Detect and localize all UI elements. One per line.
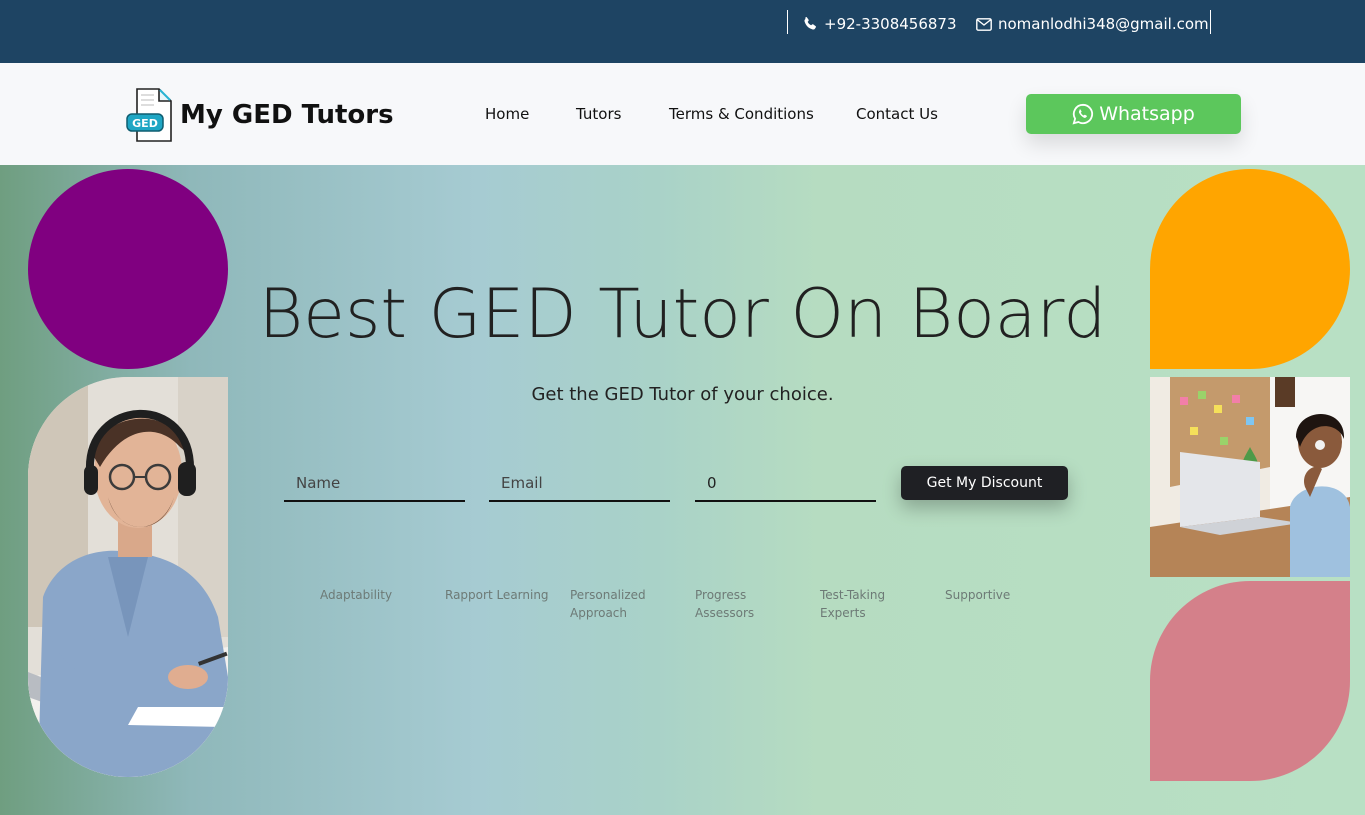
nav-contact-us[interactable]: Contact Us: [856, 105, 938, 123]
feature-progress-assessors: Progress Assessors: [695, 588, 755, 620]
feature-rapport-learning: Rapport Learning: [445, 588, 549, 602]
ged-document-logo-icon: GED: [126, 88, 172, 142]
man-with-headset-illustration: [28, 377, 228, 777]
nav-tutors[interactable]: Tutors: [576, 105, 621, 123]
brand-name[interactable]: My GED Tutors: [180, 100, 394, 130]
main-navbar: GED My GED Tutors Home Tutors Terms & Co…: [0, 63, 1365, 165]
tutor-photo-man-headset: [28, 377, 228, 777]
feature-personalized-approach: Personalized Approach: [570, 588, 646, 620]
tutor-photo-woman-laptop: [1150, 377, 1350, 577]
envelope-icon: [976, 17, 992, 31]
whatsapp-icon: [1072, 103, 1094, 125]
top-contact-bar: +92-3308456873 nomanlodhi348@gmail.com: [0, 0, 1365, 63]
phone-icon: [804, 17, 816, 30]
nav-terms-conditions[interactable]: Terms & Conditions: [669, 105, 814, 123]
email-address[interactable]: nomanlodhi348@gmail.com: [998, 15, 1209, 33]
get-discount-button[interactable]: Get My Discount: [901, 466, 1068, 500]
nav-home[interactable]: Home: [485, 105, 529, 123]
pink-leaf-decoration: [1150, 581, 1350, 781]
phone-number[interactable]: +92-3308456873: [824, 15, 957, 33]
phone-contact[interactable]: +92-3308456873: [802, 14, 957, 34]
feature-supportive: Supportive: [945, 588, 1011, 602]
hero-section: Best GED Tutor On Board Get the GED Tuto…: [0, 165, 1365, 815]
site-logo[interactable]: GED My GED Tutors: [126, 87, 394, 143]
feature-adaptability: Adaptability: [320, 588, 393, 602]
email-input[interactable]: [489, 465, 670, 502]
logo-badge-text: GED: [132, 117, 158, 130]
name-input[interactable]: [284, 465, 465, 502]
hero-title: Best GED Tutor On Board: [258, 275, 1107, 354]
woman-at-laptop-illustration: [1150, 377, 1350, 577]
email-contact[interactable]: nomanlodhi348@gmail.com: [976, 14, 1209, 34]
number-input[interactable]: [695, 465, 876, 502]
divider: [787, 10, 788, 34]
hero-subtitle: Get the GED Tutor of your choice.: [531, 384, 834, 405]
whatsapp-label[interactable]: Whatsapp: [1099, 103, 1195, 125]
divider: [1210, 10, 1211, 34]
feature-test-taking-experts: Test-Taking Experts: [820, 588, 886, 620]
whatsapp-button[interactable]: Whatsapp: [1026, 94, 1241, 134]
